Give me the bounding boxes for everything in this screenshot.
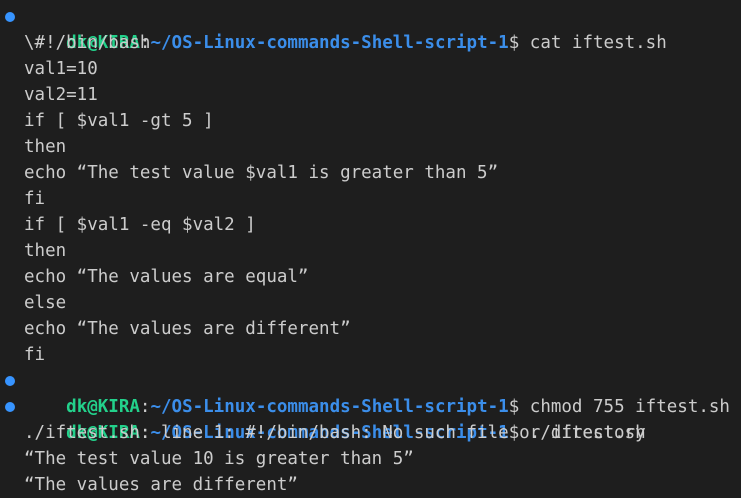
output-line: “The test value 10 is greater than 5” [24, 449, 414, 469]
output-line: \#!/bin/bash [24, 33, 151, 53]
command-status-dot-icon[interactable] [5, 402, 15, 412]
prompt-line: dk@KIRA:~/OS-Linux-commands-Shell-script… [0, 394, 741, 443]
output-line: if [ $val1 -gt 5 ] [24, 111, 214, 131]
output-line: else [24, 293, 67, 313]
output-line: echo “The values are different” [24, 319, 351, 339]
output-line: ./iftest.sh: line 1: #!/bin/bash: No suc… [24, 423, 646, 443]
output-line: val1=10 [24, 59, 98, 79]
output-line: fi [24, 189, 46, 209]
output-line: echo “The values are equal” [24, 267, 309, 287]
output-line: fi [24, 345, 46, 365]
command-status-dot-icon[interactable] [5, 376, 15, 386]
output-line: then [24, 241, 67, 261]
prompt-line: dk@KIRA:~/OS-Linux-commands-Shell-script… [0, 368, 741, 417]
output-line: echo “The test value $val1 is greater th… [24, 163, 499, 183]
prompt-line: dk@KIRA:~/OS-Linux-commands-Shell-script… [0, 4, 741, 53]
terminal-output[interactable]: dk@KIRA:~/OS-Linux-commands-Shell-script… [0, 4, 741, 498]
output-line: val2=11 [24, 85, 98, 105]
command-status-dot-icon[interactable] [5, 12, 15, 22]
output-line: if [ $val1 -eq $val2 ] [24, 215, 256, 235]
output-line: then [24, 137, 67, 157]
output-line: “The values are different” [24, 475, 298, 495]
